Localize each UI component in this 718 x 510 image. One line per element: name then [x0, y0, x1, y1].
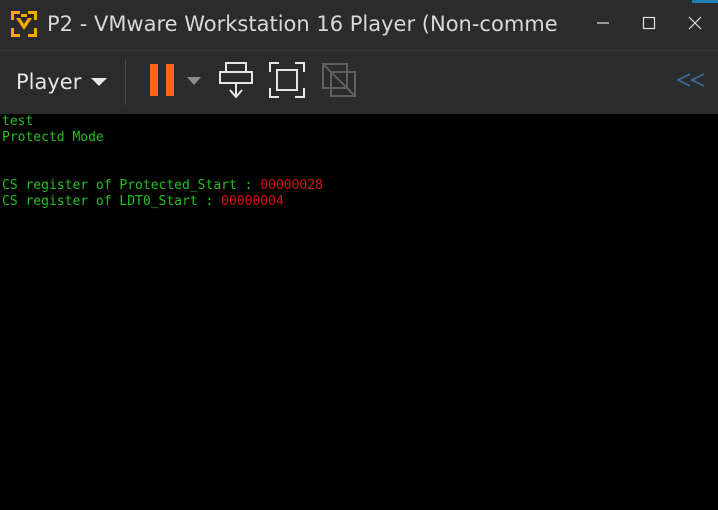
vmware-logo-icon — [8, 8, 40, 40]
full-screen-button[interactable] — [266, 61, 308, 103]
send-keys-icon — [218, 60, 254, 105]
close-icon — [688, 16, 702, 35]
chevron-down-icon — [186, 73, 202, 91]
console-line: Protectd Mode — [2, 130, 104, 145]
unity-icon — [320, 61, 358, 104]
player-menu-label: Player — [16, 69, 82, 94]
accent-strip — [692, 0, 718, 3]
double-chevron-left-icon — [676, 72, 708, 92]
maximize-button[interactable] — [626, 0, 672, 50]
pause-button[interactable] — [142, 63, 182, 101]
chevron-down-icon — [91, 77, 108, 86]
send-ctrl-alt-del-button[interactable] — [216, 61, 256, 103]
minimize-icon — [596, 16, 610, 35]
console-line: CS register of Protected_Start : 0000002… — [2, 178, 323, 194]
console-label: CS register of LDT0_Start : — [2, 194, 222, 209]
title-bar[interactable]: P2 - VMware Workstation 16 Player (Non-c… — [0, 0, 718, 50]
window-controls — [580, 0, 718, 50]
console-line: CS register of LDT0_Start : 00000004 — [2, 194, 284, 210]
fullscreen-icon — [268, 61, 306, 104]
window-title: P2 - VMware Workstation 16 Player (Non-c… — [47, 12, 558, 36]
close-button[interactable] — [672, 0, 718, 50]
power-options-dropdown[interactable] — [184, 73, 204, 91]
minimize-button[interactable] — [580, 0, 626, 50]
console-label: CS register of Protected_Start : — [2, 178, 261, 193]
vmware-player-window: P2 - VMware Workstation 16 Player (Non-c… — [0, 0, 718, 510]
console-value: 00000004 — [221, 194, 284, 209]
player-menu-button[interactable]: Player — [8, 59, 115, 104]
console-line: test — [2, 114, 34, 129]
collapse-toolbar-button[interactable] — [674, 69, 710, 95]
toolbar-separator — [125, 59, 126, 105]
vm-display[interactable]: test Protectd Mode CS register of Protec… — [0, 114, 718, 510]
maximize-icon — [642, 16, 656, 35]
pause-icon — [147, 62, 177, 103]
console-value: 00000028 — [260, 178, 323, 193]
toolbar: Player — [0, 50, 718, 114]
unity-button[interactable] — [318, 61, 360, 103]
